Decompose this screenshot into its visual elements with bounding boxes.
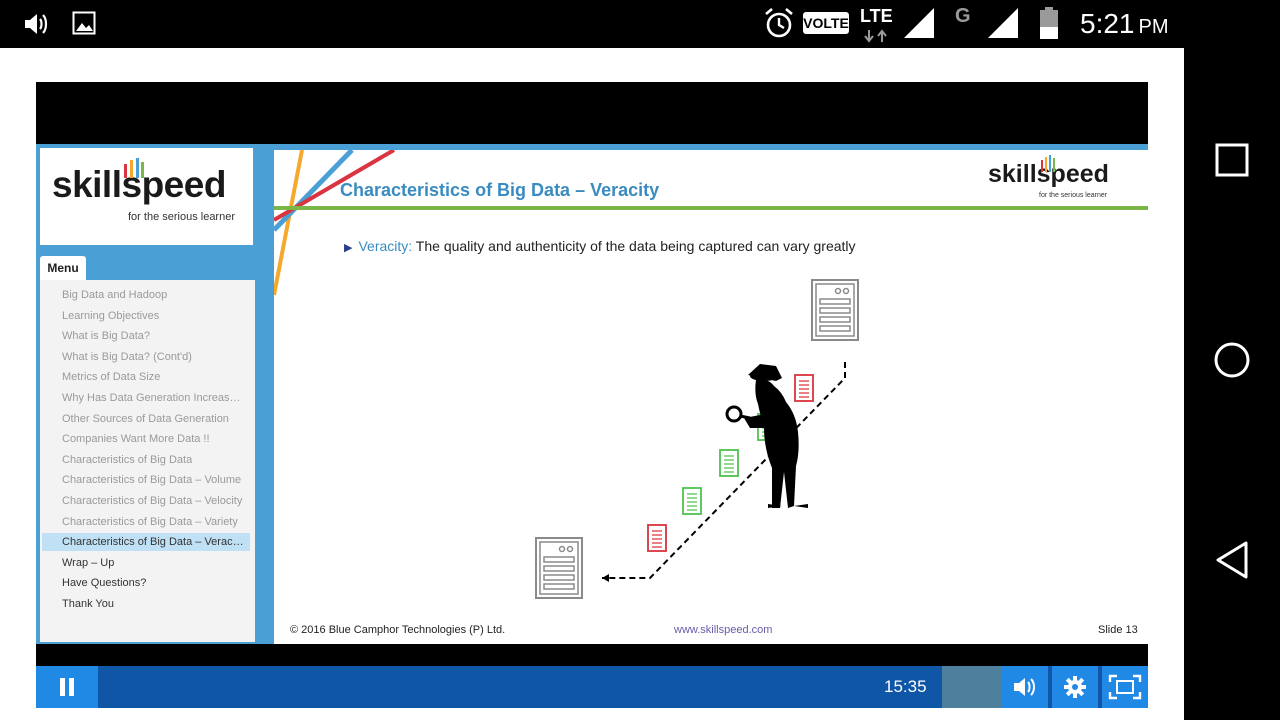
course-frame: skillspeed for the serious learner Menu … (36, 144, 1148, 644)
footer-copyright: © 2016 Blue Camphor Technologies (P) Ltd… (290, 624, 506, 636)
volume-button[interactable] (1002, 666, 1048, 708)
pause-button[interactable] (36, 666, 98, 708)
menu-item[interactable]: Characteristics of Big Data – Variety (42, 513, 250, 531)
menu-item[interactable]: Thank You (42, 595, 250, 613)
signal-secondary-icon (986, 0, 1020, 48)
menu-item[interactable]: Other Sources of Data Generation (42, 410, 250, 428)
footer-url[interactable]: www.skillspeed.com (674, 624, 772, 636)
slide: Characteristics of Big Data – Veracity s… (274, 150, 1148, 644)
back-icon (1216, 541, 1248, 579)
fullscreen-icon (1108, 674, 1142, 700)
volume-icon (1014, 678, 1035, 696)
secondary-network-label: G (955, 5, 971, 27)
menu-item[interactable]: What is Big Data? (42, 327, 250, 345)
menu-item[interactable]: Metrics of Data Size (42, 368, 250, 386)
home-icon (1214, 342, 1250, 378)
menu-item[interactable]: Companies Want More Data !! (42, 430, 250, 448)
document-icon-red-2 (794, 374, 814, 402)
player-controls: 15:35 (36, 666, 1148, 708)
volume-icon (22, 10, 50, 42)
settings-button[interactable] (1052, 666, 1098, 708)
menu-item[interactable]: Characteristics of Big Data – Velocity (42, 492, 250, 510)
status-time: 5:21 (1080, 8, 1135, 39)
document-icon-green-2 (719, 449, 739, 477)
course-player: skillspeed for the serious learner Menu … (36, 82, 1148, 708)
logo-bars-icon (124, 158, 144, 178)
navigation-bar (1184, 0, 1280, 720)
recents-icon (1215, 143, 1249, 177)
status-bar: VOLTE LTE G 5:21 PM (0, 0, 1184, 48)
server-icon-top (811, 279, 859, 341)
volume-slider[interactable] (942, 666, 1002, 708)
fullscreen-button[interactable] (1102, 666, 1148, 708)
back-button[interactable] (1208, 536, 1256, 584)
veracity-illustration (535, 279, 859, 599)
settings-icon (1064, 676, 1086, 698)
menu-item[interactable]: Characteristics of Big Data – Verac… (42, 533, 250, 552)
status-ampm: PM (1138, 16, 1169, 38)
menu-item[interactable]: Big Data and Hadoop (42, 286, 250, 304)
menu-item[interactable]: Learning Objectives (42, 307, 250, 325)
app-content: skillspeed for the serious learner Menu … (0, 48, 1184, 720)
image-icon (72, 10, 96, 40)
pause-icon (60, 678, 74, 696)
menu-item[interactable]: Why Has Data Generation Increas… (42, 389, 250, 407)
volte-badge: VOLTE (803, 12, 849, 34)
document-icon-green-1 (682, 487, 702, 515)
menu-item[interactable]: What is Big Data? (Cont'd) (42, 348, 250, 366)
battery-icon (1038, 0, 1060, 48)
home-button[interactable] (1208, 336, 1256, 384)
server-icon-bottom (535, 537, 583, 599)
signal-icon (902, 0, 936, 48)
document-icon-red-1 (647, 524, 667, 552)
logo-tagline: for the serious learner (128, 211, 235, 223)
menu-item[interactable]: Characteristics of Big Data – Volume (42, 471, 250, 489)
menu-tab[interactable]: Menu (40, 256, 86, 280)
slide-menu: Big Data and Hadoop Learning Objectives Wh… (40, 280, 255, 642)
menu-item[interactable]: Have Questions? (42, 574, 250, 592)
course-logo: skillspeed for the serious learner (40, 148, 253, 245)
slide-number: Slide 13 (1098, 624, 1138, 636)
network-type-label: LTE (860, 6, 893, 26)
playback-time: 15:35 (884, 677, 927, 696)
alarm-icon (762, 0, 796, 48)
menu-item[interactable]: Characteristics of Big Data (42, 451, 250, 469)
status-clock: 5:21 PM (1080, 8, 1169, 40)
menu-item[interactable]: Wrap – Up (42, 554, 250, 572)
recents-button[interactable] (1208, 136, 1256, 184)
